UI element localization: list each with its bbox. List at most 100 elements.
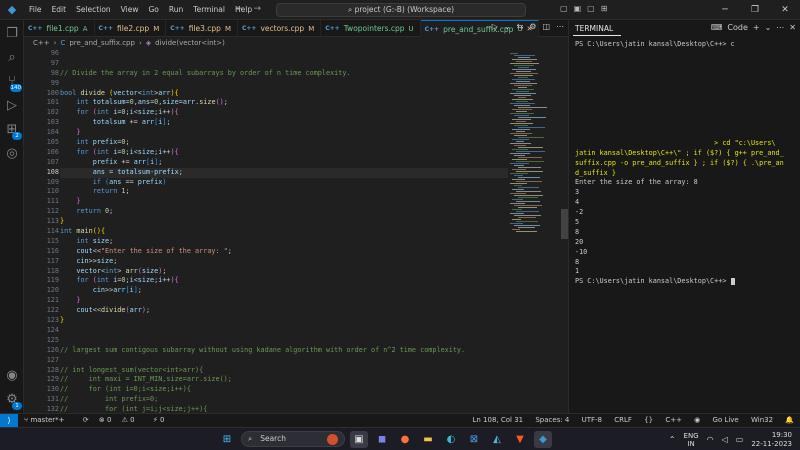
code-line[interactable]: // for (int i=0;i<size;i++){: [60, 385, 508, 395]
breadcrumb-symbol[interactable]: divide(vector<int>): [155, 39, 225, 47]
store-icon[interactable]: ⊠: [465, 431, 483, 448]
language-indicator[interactable]: ENG IN: [684, 432, 699, 448]
sync-icon[interactable]: ⟳: [83, 416, 89, 424]
accounts-icon[interactable]: ◉: [4, 368, 20, 384]
code-line[interactable]: // int maxi = INT_MIN,size=arr.size();: [60, 375, 508, 385]
code-line[interactable]: totalsum += arr[i];: [60, 118, 508, 128]
code-line[interactable]: // for (int j=i;j<size;j++){: [60, 405, 508, 413]
chevron-up-icon[interactable]: ⌃: [669, 435, 676, 444]
minimap[interactable]: [508, 49, 568, 413]
code-line[interactable]: int totalsum=0,ans=0,size=arr.size();: [60, 98, 508, 108]
git-branch[interactable]: ⑂ master*+: [24, 416, 73, 424]
code-line[interactable]: }: [60, 296, 508, 306]
photos-icon[interactable]: ◭: [488, 431, 506, 448]
code-line[interactable]: }: [60, 128, 508, 138]
code-line[interactable]: [60, 356, 508, 366]
code-line[interactable]: return 0;: [60, 207, 508, 217]
problems-indicator[interactable]: ⊗ 0 ⚠ 0: [99, 416, 143, 424]
customize-layout-icon[interactable]: ⊞: [601, 4, 608, 13]
volume-icon[interactable]: ◁: [722, 435, 728, 444]
editor-scrollbar[interactable]: [561, 209, 568, 239]
code-line[interactable]: [60, 59, 508, 69]
search-icon[interactable]: ⌕: [4, 50, 20, 66]
code-line[interactable]: // largest sum contigous subarray withou…: [60, 346, 508, 356]
wifi-icon[interactable]: ◠: [707, 435, 714, 444]
terminal-dropdown-icon[interactable]: ⌄: [765, 23, 772, 32]
menu-item-terminal[interactable]: Terminal: [188, 5, 230, 14]
encoding[interactable]: UTF-8: [582, 416, 602, 424]
vscode-taskbar-icon[interactable]: ◆: [534, 431, 552, 448]
notifications-icon[interactable]: 🔔: [785, 416, 794, 424]
code-line[interactable]: prefix += arr[i];: [60, 158, 508, 168]
code-line[interactable]: cin>>size;: [60, 257, 508, 267]
code-line[interactable]: cout<<divide(arr);: [60, 306, 508, 316]
taskbar-search[interactable]: ⌕ Search: [241, 431, 345, 447]
language-mode[interactable]: {} C++: [644, 416, 682, 424]
forward-arrow-icon[interactable]: →: [254, 4, 262, 14]
run-debug-icon[interactable]: ▷: [4, 98, 20, 114]
run-file-icon[interactable]: ▷: [492, 22, 498, 31]
code-line[interactable]: cout<<"Enter the size of the array: ";: [60, 247, 508, 257]
shell-label[interactable]: Code: [727, 23, 747, 32]
remote-explorer-icon[interactable]: ◎: [4, 146, 20, 162]
back-arrow-icon[interactable]: ←: [236, 4, 244, 14]
run-dropdown-icon[interactable]: ⌄: [504, 22, 511, 31]
menu-item-go[interactable]: Go: [143, 5, 163, 14]
close-window-icon[interactable]: ✕: [770, 0, 800, 20]
code-line[interactable]: [60, 79, 508, 89]
close-panel-icon[interactable]: ✕: [789, 23, 796, 32]
firefox-icon[interactable]: ●: [396, 431, 414, 448]
extensions-icon[interactable]: ⊞ 2: [4, 122, 22, 140]
code-line[interactable]: [60, 326, 508, 336]
menu-item-run[interactable]: Run: [164, 5, 188, 14]
tab-file3-cpp[interactable]: C++ file3.cpp M: [166, 20, 238, 37]
cursor-position[interactable]: Ln 108, Col 31: [473, 416, 524, 424]
tab-vectors-cpp[interactable]: C++ vectors.cpp M: [238, 20, 322, 37]
code-line[interactable]: [60, 336, 508, 346]
minimize-icon[interactable]: ─: [710, 0, 740, 20]
ports-indicator[interactable]: ⚡ 0: [153, 416, 173, 424]
terminal-output[interactable]: PS C:\Users\jatin kansal\Desktop\C++> c …: [575, 40, 795, 410]
task-view-icon[interactable]: ▣: [350, 431, 368, 448]
code-line[interactable]: ans = totalsum-prefix;: [60, 167, 508, 178]
indentation[interactable]: Spaces: 4: [535, 416, 569, 424]
code-line[interactable]: cin>>arr[i];: [60, 286, 508, 296]
menu-item-edit[interactable]: Edit: [47, 5, 72, 14]
restore-icon[interactable]: ❐: [740, 0, 770, 20]
menu-item-view[interactable]: View: [116, 5, 144, 14]
edge-icon[interactable]: ◐: [442, 431, 460, 448]
code-line[interactable]: [60, 49, 508, 59]
command-center[interactable]: ⌕ project (G:-B) (Workspace): [276, 3, 526, 17]
code-line[interactable]: int main(){: [60, 227, 508, 237]
tab-file2-cpp[interactable]: C++ file2.cpp M: [95, 20, 167, 37]
tab-twopointers-cpp[interactable]: C++ Twopointers.cpp U: [321, 20, 421, 37]
toggle-panel-icon[interactable]: ▣: [574, 4, 582, 13]
code-line[interactable]: // int prefix=0;: [60, 395, 508, 405]
add-terminal-icon[interactable]: +: [753, 23, 760, 32]
toggle-secondary-icon[interactable]: ▢: [587, 4, 595, 13]
code-line[interactable]: vector<int> arr(size);: [60, 267, 508, 277]
menu-item-file[interactable]: File: [24, 5, 47, 14]
code-line[interactable]: // Divide the array in 2 equal subarrays…: [60, 69, 508, 79]
code-editor[interactable]: 96 97 98 99 100 101 102 103 104 105 106 107 108 109 11…: [24, 49, 568, 413]
breadcrumb-folder[interactable]: C++: [33, 39, 50, 47]
start-icon[interactable]: ⊞: [218, 431, 236, 448]
manage-gear-icon[interactable]: ⚙ 1: [4, 392, 22, 410]
code-line[interactable]: }: [60, 197, 508, 207]
clock[interactable]: 19:30 22-11-2023: [751, 431, 792, 448]
terminal-tab[interactable]: TERMINAL: [575, 24, 613, 33]
breadcrumb-file[interactable]: pre_and_suffix.cpp: [69, 39, 135, 47]
remote-indicator-icon[interactable]: ⟩: [0, 414, 18, 427]
code-line[interactable]: return 1;: [60, 187, 508, 197]
battery-icon[interactable]: ▭: [736, 435, 744, 444]
explorer-icon[interactable]: ❐: [4, 26, 20, 42]
code-line[interactable]: for (int i=0;i<size;i++){: [60, 276, 508, 286]
more-icon[interactable]: ⋯: [776, 23, 784, 32]
code-line[interactable]: bool divide (vector<int>arr){: [60, 89, 508, 99]
toggle-sidebar-icon[interactable]: ▢: [560, 4, 568, 13]
source-control-icon[interactable]: ⑂ 140: [4, 74, 22, 92]
brave-icon[interactable]: ▼: [511, 431, 529, 448]
platform[interactable]: Win32: [751, 416, 773, 424]
code-line[interactable]: int size;: [60, 237, 508, 247]
code-line[interactable]: if (ans == prefix): [60, 178, 508, 188]
